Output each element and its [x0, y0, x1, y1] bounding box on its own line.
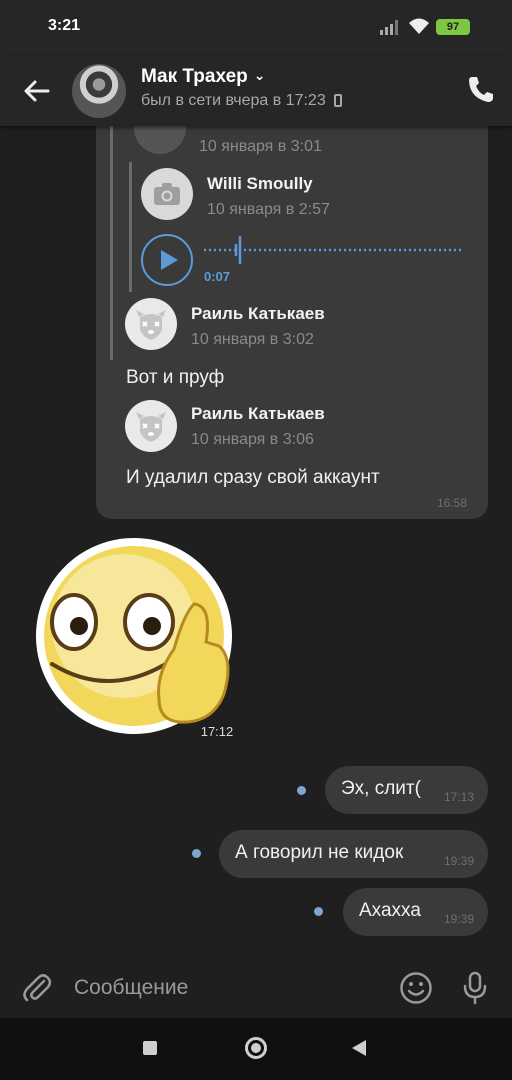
message-time: 19:39: [443, 854, 474, 868]
message-text: Ахахха: [359, 900, 421, 921]
contact-status: был в сети вчера в 17:23: [141, 92, 342, 110]
message-text: Эх, слит(: [341, 778, 421, 799]
contact-avatar[interactable]: [72, 64, 126, 118]
chat-header: Мак Трахер ⌄ был в сети вчера в 17:23: [0, 56, 512, 126]
recents-button[interactable]: [143, 1041, 157, 1055]
status-bar: 3:21 97: [0, 0, 512, 56]
contact-name-text: Мак Трахер: [141, 66, 248, 87]
sender-avatar: [125, 298, 177, 350]
message-composer: [0, 958, 512, 1018]
forwarded-sender-name: Раиль Катькаев: [191, 404, 325, 423]
battery-indicator: 97: [436, 19, 470, 35]
outgoing-message[interactable]: Ахахха 19:39: [343, 888, 488, 936]
voice-waveform[interactable]: [204, 234, 464, 266]
message-time: 19:39: [443, 912, 474, 926]
contact-status-text: был в сети вчера в 17:23: [141, 92, 326, 109]
message-text: А говорил не кидок: [235, 842, 404, 863]
voice-duration: 0:07: [204, 269, 231, 284]
forwarded-messages-bubble[interactable]: 10 января в 3:01 Willi Smoully 10 января…: [96, 112, 488, 519]
paperclip-icon[interactable]: [22, 972, 52, 1004]
microphone-icon[interactable]: [460, 971, 490, 1005]
forwarded-text: И удалил сразу свой аккаунт: [126, 467, 380, 488]
unread-indicator: [314, 907, 323, 916]
message-time: 17:13: [443, 790, 474, 804]
system-back-button[interactable]: [352, 1040, 366, 1056]
system-nav-bar: [0, 1018, 512, 1080]
unread-indicator: [192, 849, 201, 858]
forwarded-date: 10 января в 3:06: [191, 431, 314, 448]
phone-icon[interactable]: [466, 74, 494, 104]
thumbs-up-smiley-sticker[interactable]: [34, 534, 234, 734]
outgoing-message[interactable]: Эх, слит( 17:13: [325, 766, 488, 814]
message-time: 16:58: [437, 496, 468, 510]
forward-quote-line: [110, 112, 113, 360]
wifi-icon: [409, 18, 429, 34]
forwarded-date: 10 января в 3:02: [191, 331, 314, 348]
chevron-down-icon: ⌄: [253, 67, 266, 83]
unread-indicator: [297, 786, 306, 795]
outgoing-message[interactable]: А говорил не кидок 19:39: [219, 830, 488, 878]
home-button[interactable]: [245, 1037, 267, 1059]
play-icon: [161, 250, 178, 270]
mobile-icon: [333, 94, 342, 107]
sender-avatar: [125, 400, 177, 452]
smile-icon[interactable]: [399, 971, 433, 1005]
status-time: 3:21: [48, 17, 81, 34]
voice-play-button[interactable]: [141, 234, 193, 286]
voice-sender-name: Willi Smoully: [207, 174, 313, 193]
contact-name[interactable]: Мак Трахер ⌄: [141, 66, 265, 88]
message-date: 10 января в 3:01: [199, 138, 322, 155]
camera-icon: [154, 183, 180, 205]
forwarded-sender-name: Раиль Катькаев: [191, 304, 325, 323]
message-input[interactable]: [74, 972, 374, 1004]
voice-sender-avatar: [141, 168, 193, 220]
status-icons: 97: [380, 17, 490, 37]
nested-quote-line: [129, 162, 132, 292]
forwarded-text: Вот и пруф: [126, 367, 225, 388]
arrow-left-icon[interactable]: [20, 74, 54, 108]
voice-date: 10 января в 2:57: [207, 201, 330, 218]
signal-icon: [380, 20, 398, 35]
sticker-time: 17:12: [193, 720, 241, 744]
